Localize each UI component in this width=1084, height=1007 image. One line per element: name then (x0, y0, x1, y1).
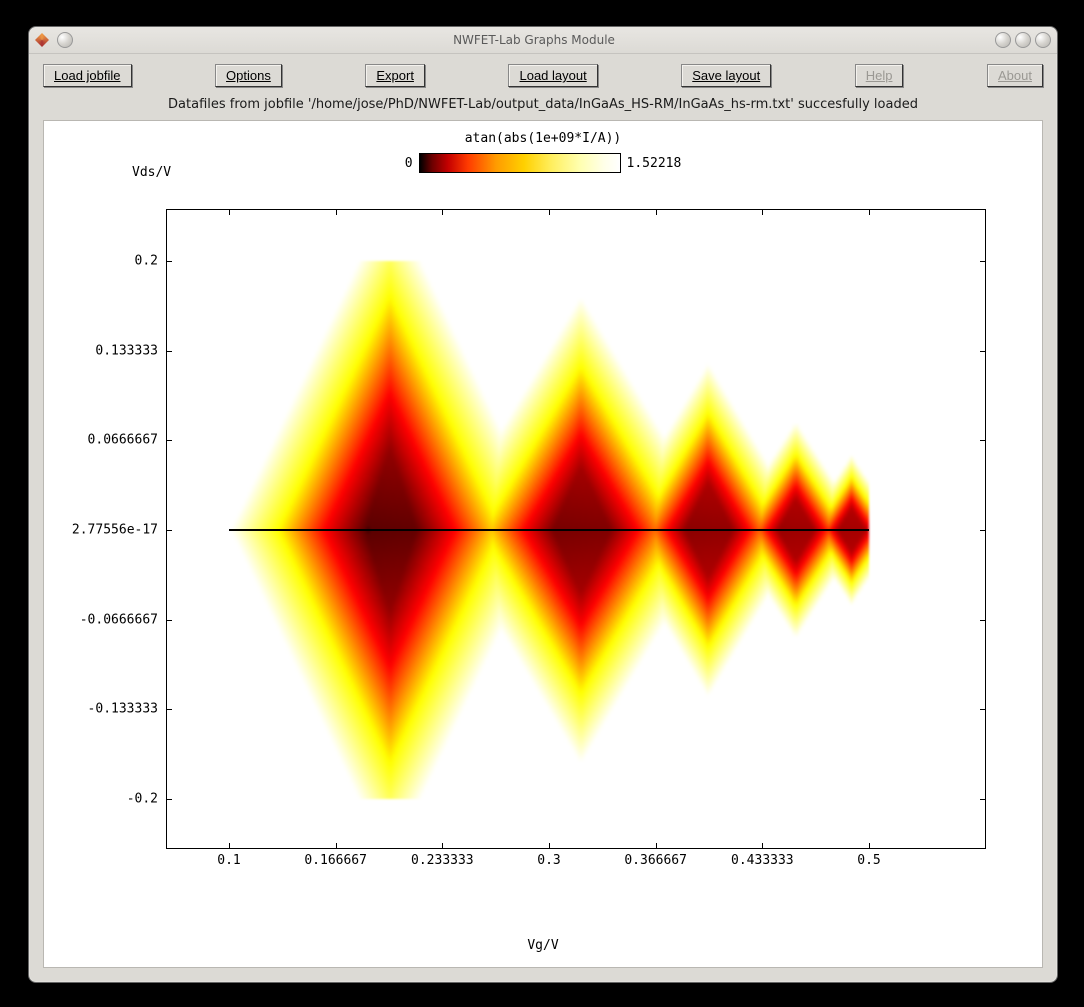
x-tick-mark (336, 209, 337, 215)
titlebar[interactable]: NWFET-Lab Graphs Module (29, 27, 1057, 54)
window-title: NWFET-Lab Graphs Module (73, 33, 995, 47)
maximize-button[interactable] (1015, 32, 1031, 48)
status-message: Datafiles from jobfile '/home/jose/PhD/N… (29, 93, 1057, 120)
x-tick-mark (442, 843, 443, 849)
app-window: NWFET-Lab Graphs Module Load jobfile Opt… (28, 26, 1058, 983)
x-tick-label: 0.366667 (606, 853, 706, 868)
load-jobfile-button[interactable]: Load jobfile (43, 64, 132, 87)
y-tick-mark (980, 351, 986, 352)
chart-area[interactable]: atan(abs(1e+09*I/A)) 0 1.52218 Vds/V 0.2… (44, 121, 1042, 967)
export-button[interactable]: Export (365, 64, 425, 87)
x-tick-mark (656, 843, 657, 849)
y-tick-label: 0.133333 (48, 343, 158, 358)
options-button[interactable]: Options (215, 64, 282, 87)
y-tick-mark (166, 799, 172, 800)
main-toolbar: Load jobfile Options Export Load layout … (29, 54, 1057, 93)
plot-panel: atan(abs(1e+09*I/A)) 0 1.52218 Vds/V 0.2… (43, 120, 1043, 968)
x-tick-mark (549, 843, 550, 849)
x-tick-mark (656, 209, 657, 215)
x-tick-mark (762, 209, 763, 215)
save-layout-button[interactable]: Save layout (681, 64, 771, 87)
y-tick-mark (980, 709, 986, 710)
x-tick-mark (336, 843, 337, 849)
x-tick-label: 0.1 (179, 853, 279, 868)
close-button[interactable] (1035, 32, 1051, 48)
x-axis-label: Vg/V (44, 938, 1042, 953)
minimize-button[interactable] (995, 32, 1011, 48)
about-button[interactable]: About (987, 64, 1043, 87)
y-tick-mark (980, 799, 986, 800)
x-tick-label: 0.433333 (712, 853, 812, 868)
vds-zero-line (229, 529, 869, 531)
colorbar-min-label: 0 (405, 156, 413, 171)
colorbar-gradient (419, 153, 621, 173)
y-tick-label: 0.2 (48, 254, 158, 269)
y-tick-mark (980, 440, 986, 441)
y-tick-label: -0.133333 (48, 702, 158, 717)
y-tick-mark (166, 440, 172, 441)
y-tick-label: -0.2 (48, 792, 158, 807)
y-tick-label: 2.77556e-17 (48, 523, 158, 538)
x-tick-label: 0.233333 (392, 853, 492, 868)
chart-title: atan(abs(1e+09*I/A)) (44, 131, 1042, 146)
window-sticky-button[interactable] (57, 32, 73, 48)
app-menu-icon[interactable] (35, 33, 49, 47)
y-tick-mark (166, 709, 172, 710)
y-tick-label: 0.0666667 (48, 433, 158, 448)
y-tick-mark (166, 261, 172, 262)
colorbar-max-label: 1.52218 (627, 156, 682, 171)
x-tick-mark (229, 209, 230, 215)
y-tick-mark (980, 620, 986, 621)
x-tick-label: 0.5 (819, 853, 919, 868)
x-tick-label: 0.166667 (286, 853, 386, 868)
x-tick-mark (549, 209, 550, 215)
y-tick-mark (980, 530, 986, 531)
y-tick-mark (166, 620, 172, 621)
x-tick-mark (869, 843, 870, 849)
help-button[interactable]: Help (855, 64, 904, 87)
colorbar: 0 1.52218 (44, 153, 1042, 173)
x-tick-mark (442, 209, 443, 215)
y-axis-label: Vds/V (132, 165, 171, 180)
x-tick-mark (869, 209, 870, 215)
y-tick-mark (166, 530, 172, 531)
x-tick-mark (229, 843, 230, 849)
y-tick-mark (166, 351, 172, 352)
y-tick-mark (980, 261, 986, 262)
y-tick-label: -0.0666667 (48, 612, 158, 627)
x-tick-label: 0.3 (499, 853, 599, 868)
heatmap (229, 261, 869, 799)
x-tick-mark (762, 843, 763, 849)
load-layout-button[interactable]: Load layout (508, 64, 597, 87)
